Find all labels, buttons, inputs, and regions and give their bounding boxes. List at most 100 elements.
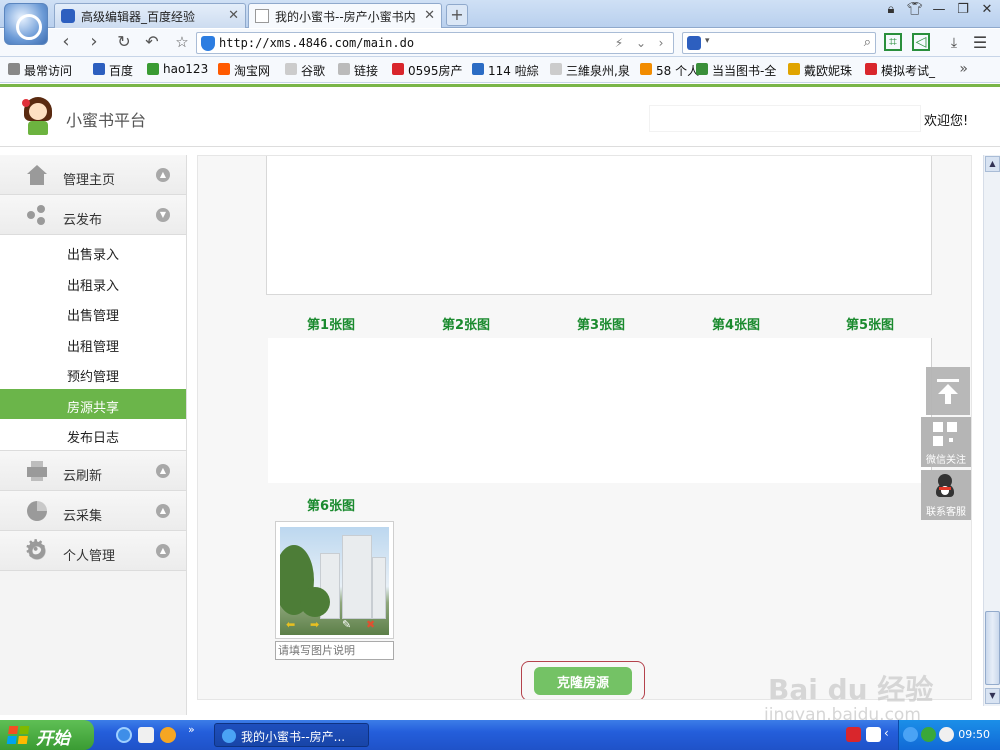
sidebar-item-label: 云刷新 [63,468,103,484]
sidebar-item-personal[interactable]: 个人管理 ▲ [0,530,186,571]
submenu-item-publish-log[interactable]: 发布日志 [0,419,186,450]
new-tab-button[interactable]: + [446,4,468,26]
start-label: 开始 [36,729,70,749]
submenu-item-sale-manage[interactable]: 出售管理 [0,297,186,328]
bookmark-item[interactable]: 模拟考试_ [865,62,935,79]
sidebar-item-cloud-publish[interactable]: 云发布 ▼ [0,195,186,235]
image-upload-row [268,338,932,483]
bookmark-item[interactable]: 淘宝网 [218,62,270,79]
sidebar-submenu: 出售录入 出租录入 出售管理 出租管理 预约管理 房源共享 发布日志 [0,235,186,451]
sogou-icon[interactable] [846,727,861,742]
security-icon[interactable] [921,727,936,742]
lightning-icon[interactable]: ⚡︎ [609,34,629,52]
close-icon[interactable]: ✕ [424,8,435,23]
more-bookmarks-icon[interactable]: » [959,61,968,77]
browser-quick-icon[interactable] [160,727,176,743]
app-icon[interactable] [138,727,154,743]
go-icon[interactable]: › [651,34,671,52]
chevron-down-icon[interactable]: ⌄ [631,34,651,52]
share-icon [27,205,47,225]
minimize-icon[interactable]: — [928,2,950,17]
back-icon[interactable]: ‹ [54,32,78,54]
printer-icon [27,460,47,481]
clone-listing-button[interactable]: 克隆房源 [534,667,632,695]
scroll-down-icon[interactable]: ▼ [985,688,1000,704]
refresh-icon[interactable]: ↻ [112,32,136,54]
volume-icon[interactable] [939,727,954,742]
sidebar-item-home[interactable]: 管理主页 ▲ [0,155,186,195]
download-icon[interactable]: ⤓ [944,33,964,53]
sidebar-item-label: 管理主页 [63,173,116,188]
edit-icon[interactable]: ✎ [342,618,351,631]
lock-icon[interactable]: 🔒︎ [880,2,902,17]
browser-logo-icon[interactable] [4,3,48,45]
sidebar-item-cloud-collect[interactable]: 云采集 ▲ [0,490,186,531]
move-right-icon[interactable]: ➡ [310,618,319,631]
bookmark-item[interactable]: 三維泉州,泉 [550,62,630,79]
restore-icon[interactable]: ❐ [952,2,974,17]
forward-icon[interactable]: › [82,32,106,54]
bookmark-item[interactable]: 百度 [93,62,133,79]
submenu-item-listing-share[interactable]: 房源共享 [0,388,186,419]
close-window-icon[interactable]: ✕ [976,2,998,17]
delete-icon[interactable]: ✖ [366,618,375,631]
description-editor[interactable] [266,156,932,295]
bookmark-item[interactable]: 0595房产 [392,62,463,79]
building-photo: ⬅ ➡ ✎ ✖ [280,527,389,635]
submenu-item-rent-entry[interactable]: 出租录入 [0,266,186,297]
tray-expand-icon[interactable]: ‹ [884,726,889,740]
menu-icon[interactable]: ☰ [970,33,990,53]
clock: 09:50 [958,728,990,741]
system-tray: 09:50 [898,720,1000,750]
contact-service-button[interactable]: 联系客服 [921,470,971,520]
tab-xiaomishu[interactable]: 我的小蜜书--房产小蜜书内 ✕ [248,3,442,28]
crop-icon[interactable]: ⌗ [884,33,902,51]
search-box[interactable]: ▾ ⌕ [682,32,876,54]
bookmark-item[interactable]: 谷歌 [285,62,325,79]
submenu-item-rent-manage[interactable]: 出租管理 [0,327,186,358]
taskbar-window-item[interactable]: 我的小蜜书--房产... [214,723,369,747]
quicklaunch-more-icon[interactable]: » [188,723,195,736]
sidebar-item-label: 云采集 [63,508,103,524]
sidebar-item-cloud-refresh[interactable]: 云刷新 ▲ [0,450,186,491]
submenu-item-appointment[interactable]: 预约管理 [0,358,186,389]
sound-icon[interactable]: ◁ [912,33,930,51]
page-scrollbar[interactable]: ▲ ▼ [983,155,1000,706]
bookmark-item[interactable]: 114 啦綜 [472,62,539,79]
wechat-follow-button[interactable]: 微信关注 [921,417,971,467]
bookmark-item[interactable]: 58 个人 [640,62,699,79]
favorite-star-icon[interactable]: ☆ [170,32,194,54]
bookmark-item[interactable]: 最常访问 [8,62,72,79]
image-caption-input[interactable] [275,641,394,660]
scroll-thumb[interactable] [985,611,1000,685]
search-icon[interactable]: ⌕ [864,35,871,50]
bookmark-item[interactable]: 戴欧妮珠 [788,62,852,79]
submenu-item-sale-entry[interactable]: 出售录入 [0,236,186,267]
network-icon[interactable] [903,727,918,742]
back-to-top-button[interactable] [926,367,970,415]
mascot-logo-icon [22,97,54,137]
image-thumbnail[interactable]: ⬅ ➡ ✎ ✖ [275,521,394,639]
bookmarks-bar: 最常访问 百度 hao123 淘宝网 谷歌 链接 0595房产 114 啦綜 三… [0,57,1000,83]
bookmark-item[interactable]: 链接 [338,62,378,79]
bookmark-item[interactable]: 当当图书-全 [696,62,776,79]
help-icon[interactable] [866,727,881,742]
move-left-icon[interactable]: ⬅ [286,618,295,631]
start-button[interactable]: 开始 [0,720,94,750]
undo-icon[interactable]: ↶ [140,32,164,54]
close-icon[interactable]: ✕ [228,8,239,23]
clone-button-highlight: 克隆房源 [521,661,645,699]
chevron-down-icon[interactable]: ▾ [705,36,710,46]
chevron-up-icon: ▲ [156,503,170,518]
scroll-up-icon[interactable]: ▲ [985,156,1000,172]
image-label-3: 第3张图 [577,318,626,333]
address-bar[interactable]: http://xms.4846.com/main.do ⚡︎ ⌄ › [196,32,674,54]
tab-baidu-jingyan[interactable]: 高级编辑器_百度经验 ✕ [54,3,246,28]
page-icon [255,9,269,23]
tab-title: 高级编辑器_百度经验 [81,10,196,24]
chevron-up-icon: ▲ [156,463,170,478]
bookmark-item[interactable]: hao123 [147,62,208,76]
shirt-icon[interactable]: 👕︎ [904,2,926,17]
sidebar-item-label: 个人管理 [63,548,116,564]
ie-icon[interactable] [116,727,132,743]
